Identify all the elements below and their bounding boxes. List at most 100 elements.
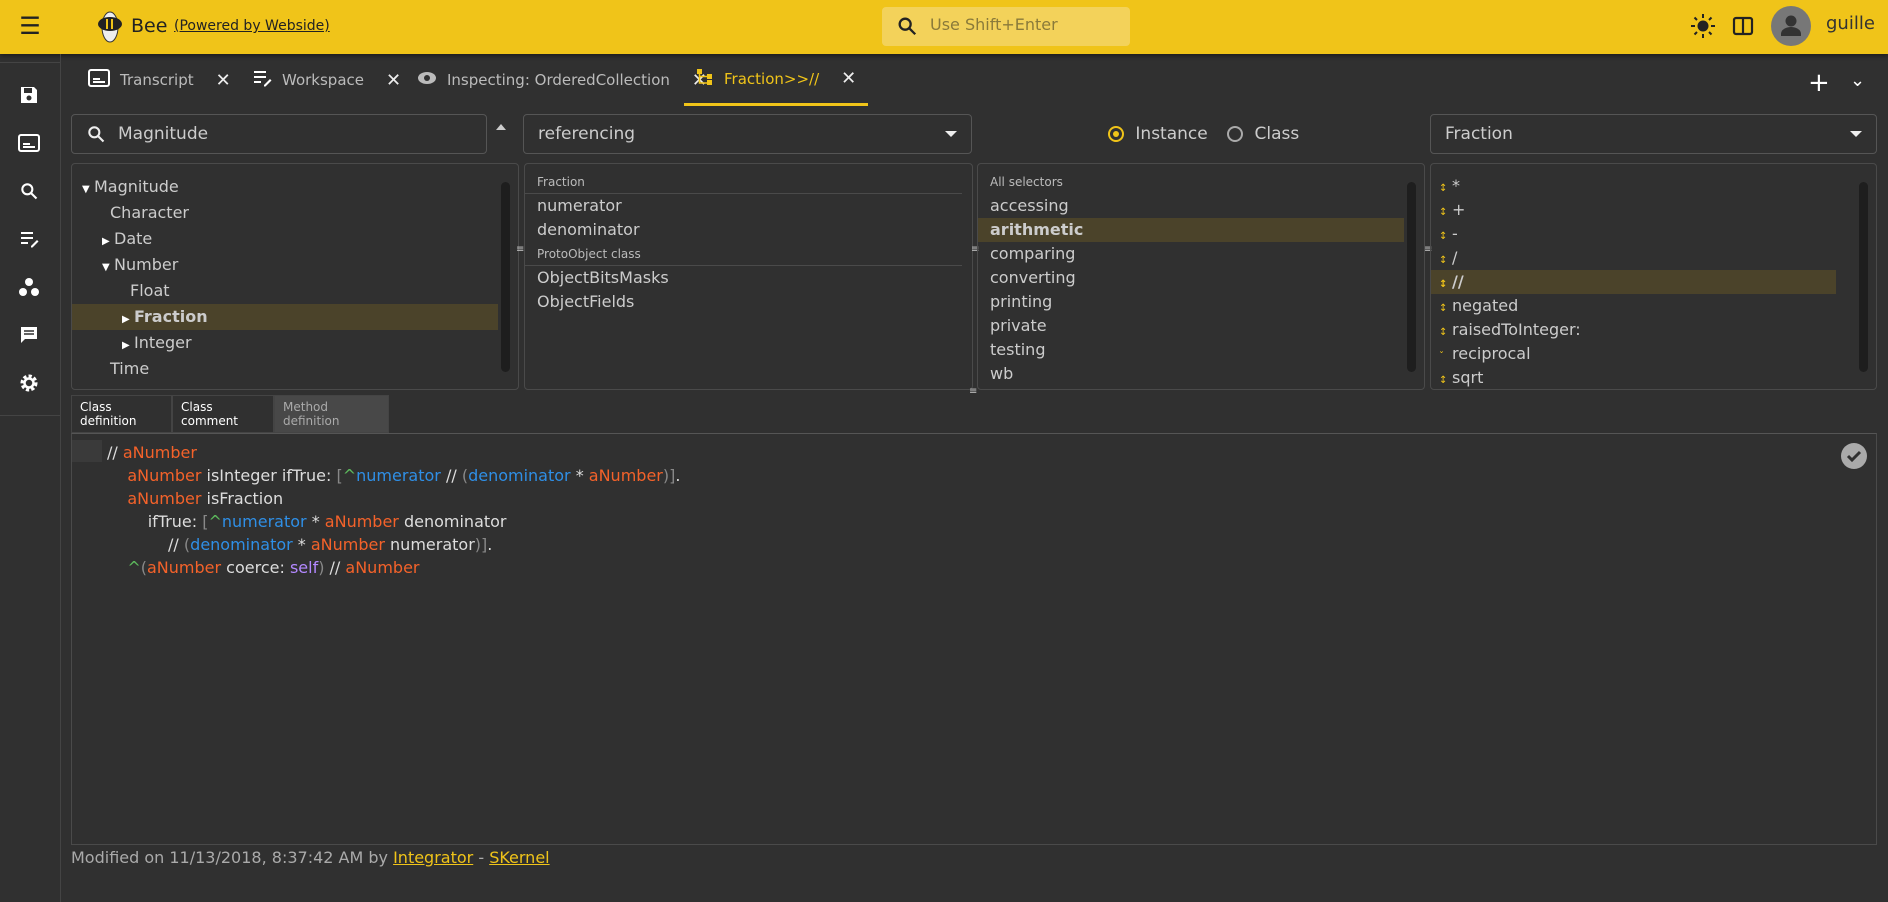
- code-token: aNumber: [122, 443, 197, 462]
- category-item[interactable]: testing: [978, 338, 1404, 362]
- chat-icon[interactable]: [14, 320, 44, 350]
- username: guille: [1826, 13, 1875, 34]
- tab-label: Workspace: [282, 71, 364, 89]
- powered-by-link[interactable]: (Powered by Webside): [174, 18, 330, 34]
- category-item[interactable]: private: [978, 314, 1404, 338]
- accept-check-icon[interactable]: [1841, 443, 1867, 469]
- split-view-icon[interactable]: [1732, 15, 1754, 37]
- class-radio[interactable]: [1227, 126, 1244, 142]
- category-item[interactable]: comparing: [978, 242, 1404, 266]
- editor-tab-class-comment[interactable]: Class comment: [172, 395, 274, 433]
- editor-tab-method-definition[interactable]: Method definition: [274, 395, 389, 433]
- code-line: ifTrue: [^numerator * aNumber denominato…: [107, 510, 680, 533]
- category-item[interactable]: arithmetic: [978, 218, 1404, 242]
- modified-text: Modified on 11/13/2018, 8:37:42 AM by: [71, 848, 394, 867]
- variable-item[interactable]: ObjectBitsMasks: [525, 266, 972, 290]
- class-search-value[interactable]: Magnitude: [118, 124, 208, 144]
- transcript-icon[interactable]: [14, 128, 44, 158]
- vertical-resize-handle[interactable]: ≡: [969, 386, 977, 397]
- packages-icon[interactable]: [14, 272, 44, 302]
- class-search-field[interactable]: Magnitude: [71, 114, 487, 154]
- code-token: *: [292, 535, 311, 554]
- tree-item-label: Character: [110, 203, 189, 222]
- search-input[interactable]: [930, 15, 1120, 34]
- caret-down-icon[interactable]: ▼: [102, 255, 114, 281]
- tree-item[interactable]: ▼ Magnitude: [72, 174, 498, 200]
- chevron-down-icon[interactable]: ⌄: [1850, 70, 1865, 91]
- code-token: isInteger ifTrue:: [201, 466, 337, 485]
- search-icon: [88, 126, 105, 143]
- code-token: )]: [474, 535, 488, 554]
- selector-label: +: [1452, 200, 1466, 219]
- selector-label: //: [1452, 272, 1464, 291]
- code-token: ifTrue:: [107, 512, 203, 531]
- selector-item[interactable]: ↕ *: [1431, 174, 1836, 198]
- category-item[interactable]: converting: [978, 266, 1404, 290]
- close-icon[interactable]: ✕: [386, 70, 401, 91]
- variables-group-header: Fraction: [525, 170, 962, 194]
- avatar[interactable]: [1771, 6, 1811, 46]
- categories-pane: All selectors accessing arithmetic compari…: [977, 163, 1425, 390]
- selector-item[interactable]: ↕ negated: [1431, 294, 1836, 318]
- category-item[interactable]: wb: [978, 362, 1404, 386]
- tab-fraction-[interactable]: Fraction>>// ✕: [684, 54, 869, 106]
- selector-item[interactable]: ˇ reciprocal: [1431, 342, 1836, 366]
- tree-item[interactable]: Float: [72, 278, 498, 304]
- variables-filter-dropdown[interactable]: referencing: [523, 114, 972, 154]
- selector-item[interactable]: ↕ +: [1431, 198, 1836, 222]
- tree-item[interactable]: ▼ Number: [72, 252, 498, 278]
- category-item[interactable]: accessing: [978, 194, 1404, 218]
- author-link[interactable]: Integrator: [393, 848, 473, 867]
- caret-down-icon: [945, 131, 957, 137]
- selector-item[interactable]: ↕ /: [1431, 246, 1836, 270]
- collapse-up-icon[interactable]: [496, 124, 506, 130]
- code-token: denominator: [398, 512, 507, 531]
- instance-label[interactable]: Instance: [1135, 124, 1207, 144]
- selector-item[interactable]: ↕//: [1431, 270, 1836, 294]
- search-icon[interactable]: [14, 176, 44, 206]
- close-icon[interactable]: ✕: [216, 70, 231, 91]
- close-icon[interactable]: ✕: [841, 68, 856, 89]
- selector-item[interactable]: ↕ raisedToInteger:: [1431, 318, 1836, 342]
- instance-radio[interactable]: [1108, 126, 1124, 142]
- tab-transcript[interactable]: Transcript ✕: [76, 54, 243, 106]
- selector-item[interactable]: ↕ sqrt: [1431, 366, 1836, 389]
- class-tree-icon: [696, 68, 714, 90]
- class-label[interactable]: Class: [1255, 124, 1300, 144]
- tree-item-label: Fraction: [134, 307, 208, 326]
- variable-item[interactable]: numerator: [525, 194, 972, 218]
- tree-item[interactable]: Character: [72, 200, 498, 226]
- scrollbar[interactable]: [501, 182, 510, 372]
- selector-item[interactable]: ↕ -: [1431, 222, 1836, 246]
- tree-item[interactable]: Time: [72, 356, 498, 382]
- variable-item[interactable]: denominator: [525, 218, 972, 242]
- class-tree-pane: ▼ Magnitude Character ▶ Date ▼ Number Float ▶ Fra…: [71, 163, 519, 390]
- tree-item-label: Number: [114, 255, 179, 274]
- caret-down-icon[interactable]: ▼: [82, 177, 94, 203]
- workspace-icon[interactable]: [14, 224, 44, 254]
- editor-tab-class-definition[interactable]: Class definition: [71, 395, 172, 433]
- method-source[interactable]: // aNumber aNumber isInteger ifTrue: [^n…: [107, 441, 680, 579]
- menu-icon[interactable]: ☰: [18, 14, 42, 38]
- tree-item[interactable]: ▶ Date: [72, 226, 498, 252]
- tree-item[interactable]: ▶ Fraction: [72, 304, 498, 330]
- class-selector-dropdown[interactable]: Fraction: [1430, 114, 1877, 154]
- global-search[interactable]: [882, 7, 1130, 46]
- add-tab-button[interactable]: +: [1808, 68, 1830, 98]
- code-editor[interactable]: // aNumber aNumber isInteger ifTrue: [^n…: [71, 433, 1877, 845]
- theme-sun-icon[interactable]: [1690, 13, 1716, 39]
- tab-workspace[interactable]: Workspace ✕: [240, 54, 413, 106]
- code-token: numerator: [356, 466, 441, 485]
- save-icon[interactable]: [14, 80, 44, 110]
- tab-inspecting-orderedcollection[interactable]: Inspecting: OrderedCollection ✕: [405, 54, 719, 106]
- package-link[interactable]: SKernel: [489, 848, 549, 867]
- category-item[interactable]: printing: [978, 290, 1404, 314]
- variable-item[interactable]: ObjectFields: [525, 290, 972, 314]
- settings-icon[interactable]: [14, 368, 44, 398]
- tree-item[interactable]: ▶ Integer: [72, 330, 498, 356]
- scrollbar[interactable]: [1407, 182, 1416, 372]
- code-token: aNumber: [127, 489, 202, 508]
- scrollbar[interactable]: [1859, 182, 1868, 372]
